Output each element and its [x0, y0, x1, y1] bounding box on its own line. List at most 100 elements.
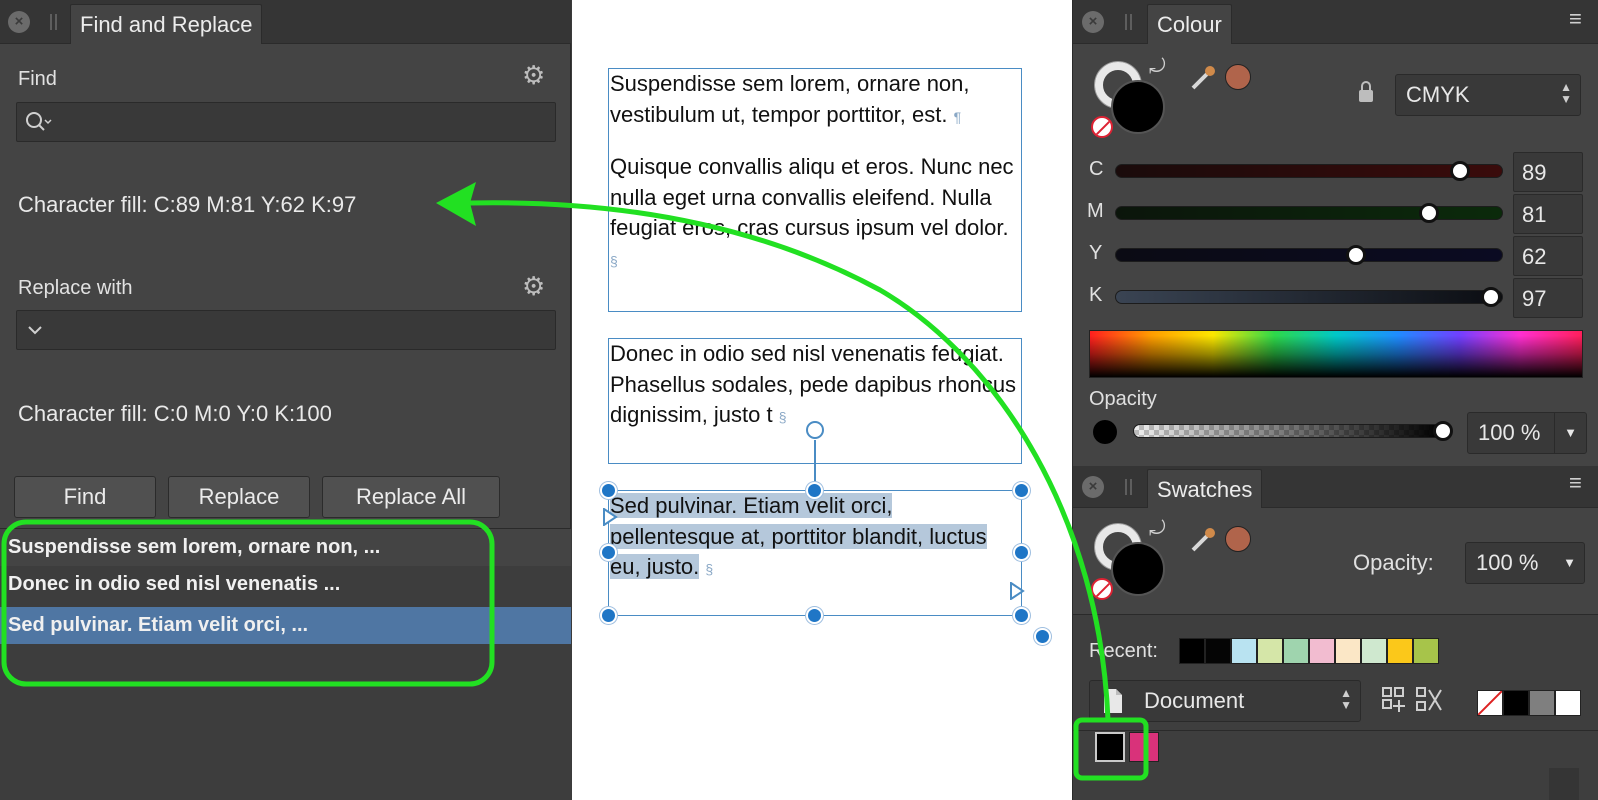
yellow-slider-knob[interactable]: [1345, 245, 1366, 265]
lock-icon[interactable]: [1357, 80, 1375, 109]
document-canvas[interactable]: Suspendisse sem lorem, ornare non, vesti…: [572, 0, 1072, 800]
resize-handle[interactable]: [600, 544, 617, 561]
yellow-value-field[interactable]: 62: [1513, 236, 1583, 276]
opacity-slider-track[interactable]: [1133, 424, 1443, 438]
recent-label: Recent:: [1089, 640, 1158, 662]
no-fill-icon[interactable]: [1091, 116, 1113, 138]
resize-handle[interactable]: [1034, 628, 1051, 645]
section-mark: §: [610, 252, 618, 269]
magenta-slider-knob[interactable]: [1419, 203, 1440, 223]
eyedropper-icon[interactable]: [1187, 62, 1219, 101]
close-panel-icon[interactable]: ×: [8, 11, 30, 33]
dropdown-arrow-icon[interactable]: ▼: [1554, 413, 1586, 453]
find-label: Find: [18, 68, 57, 90]
text-flow-in-icon[interactable]: [602, 507, 618, 531]
document-swatch-magenta[interactable]: [1129, 732, 1159, 762]
find-options-gear-icon[interactable]: ⚙: [522, 62, 545, 88]
quick-swatch[interactable]: [1555, 690, 1581, 716]
colour-tabbar: × Colour ≡: [1073, 0, 1598, 44]
drag-handle-icon[interactable]: [1125, 14, 1132, 30]
opacity-slider-knob[interactable]: [1433, 421, 1453, 441]
result-item[interactable]: Suspendisse sem lorem, ornare non, ...: [0, 529, 571, 566]
cyan-slider-track[interactable]: [1115, 164, 1503, 178]
rotation-handle[interactable]: [806, 421, 824, 439]
none-swatch[interactable]: [1477, 690, 1503, 716]
recent-swatch[interactable]: [1205, 638, 1231, 664]
no-fill-icon[interactable]: [1091, 578, 1113, 600]
recent-swatch[interactable]: [1413, 638, 1439, 664]
replace-all-button[interactable]: Replace All: [322, 476, 500, 518]
tab-colour[interactable]: Colour: [1147, 4, 1232, 44]
resize-handle[interactable]: [806, 607, 823, 624]
close-panel-icon[interactable]: ×: [1082, 476, 1104, 498]
text-frame-3-selected[interactable]: Sed pulvinar. Etiam velit orci, pellente…: [608, 490, 1022, 616]
resize-handle[interactable]: [1013, 607, 1030, 624]
colour-model-select[interactable]: CMYK ▲ ▼: [1395, 74, 1581, 116]
find-button[interactable]: Find: [14, 476, 156, 518]
recent-swatch[interactable]: [1231, 638, 1257, 664]
magenta-value-field[interactable]: 81: [1513, 194, 1583, 234]
recent-swatch[interactable]: [1335, 638, 1361, 664]
recent-swatch[interactable]: [1309, 638, 1335, 664]
recent-swatch[interactable]: [1361, 638, 1387, 664]
black-slider-track[interactable]: [1115, 290, 1503, 304]
opacity-select[interactable]: 100 % ▼: [1467, 412, 1587, 454]
resize-handle[interactable]: [1013, 482, 1030, 499]
fill-well[interactable]: [1111, 80, 1165, 134]
stepper-arrows-icon: ▲ ▼: [1560, 80, 1572, 106]
swatches-opacity-select[interactable]: 100 % ▼: [1465, 542, 1585, 584]
recent-swatch[interactable]: [1283, 638, 1309, 664]
slider-label-y: Y: [1089, 242, 1103, 264]
result-item[interactable]: Donec in odio sed nisl venenatis ...: [0, 566, 571, 603]
cyan-slider-knob[interactable]: [1450, 161, 1471, 181]
recent-swatch[interactable]: [1257, 638, 1283, 664]
colour-spectrum[interactable]: [1089, 330, 1583, 378]
resize-corner[interactable]: [1549, 768, 1579, 800]
resize-handle[interactable]: [1013, 544, 1030, 561]
find-input[interactable]: [16, 102, 556, 142]
replace-options-gear-icon[interactable]: ⚙: [522, 273, 545, 299]
recent-swatch[interactable]: [1179, 638, 1205, 664]
drag-handle-icon[interactable]: [50, 14, 57, 30]
chevron-down-icon[interactable]: [27, 323, 43, 342]
black-value-field[interactable]: 97: [1513, 278, 1583, 318]
eyedropper-icon[interactable]: [1187, 524, 1219, 563]
result-item-selected[interactable]: Sed pulvinar. Etiam velit orci, ...: [0, 607, 571, 644]
picked-colour-swatch[interactable]: [1225, 64, 1251, 90]
black-slider-knob[interactable]: [1481, 287, 1502, 307]
replace-input[interactable]: [16, 310, 556, 350]
document-swatch-black[interactable]: [1095, 732, 1125, 762]
tab-find-and-replace[interactable]: Find and Replace: [70, 4, 263, 44]
panel-menu-icon[interactable]: ≡: [1569, 6, 1582, 32]
detach-swatch-icon[interactable]: [1415, 686, 1445, 719]
quick-swatch[interactable]: [1529, 690, 1555, 716]
palette-select[interactable]: Document ▲ ▼: [1089, 680, 1361, 722]
picked-colour-swatch[interactable]: [1225, 526, 1251, 552]
close-panel-icon[interactable]: ×: [1082, 11, 1104, 33]
swap-icon[interactable]: ⤾: [1149, 56, 1166, 79]
results-list: Suspendisse sem lorem, ornare non, ... D…: [0, 528, 571, 800]
find-replace-tabbar: × Find and Replace: [0, 0, 571, 44]
search-icon[interactable]: [23, 109, 53, 135]
text-flow-out-icon[interactable]: [1009, 581, 1025, 605]
quick-swatch[interactable]: [1503, 690, 1529, 716]
resize-handle[interactable]: [600, 607, 617, 624]
dropdown-arrow-icon[interactable]: ▼: [1563, 543, 1576, 583]
cyan-value-field[interactable]: 89: [1513, 152, 1583, 192]
pilcrow-mark: ¶: [953, 108, 962, 125]
fill-well[interactable]: [1111, 542, 1165, 596]
yellow-slider-track[interactable]: [1115, 248, 1503, 262]
resize-handle[interactable]: [806, 482, 823, 499]
add-global-swatch-icon[interactable]: [1381, 686, 1411, 719]
tab-swatches[interactable]: Swatches: [1147, 469, 1263, 508]
swap-icon[interactable]: ⤾: [1149, 518, 1166, 541]
recent-swatch[interactable]: [1387, 638, 1413, 664]
magenta-slider-track[interactable]: [1115, 206, 1503, 220]
resize-handle[interactable]: [600, 482, 617, 499]
slider-label-k: K: [1089, 284, 1103, 306]
stepper-arrows-icon: ▲ ▼: [1340, 686, 1352, 712]
replace-button[interactable]: Replace: [168, 476, 310, 518]
text-frame-1[interactable]: Suspendisse sem lorem, ornare non, vesti…: [608, 68, 1022, 312]
drag-handle-icon[interactable]: [1125, 479, 1132, 495]
panel-menu-icon[interactable]: ≡: [1569, 470, 1582, 496]
